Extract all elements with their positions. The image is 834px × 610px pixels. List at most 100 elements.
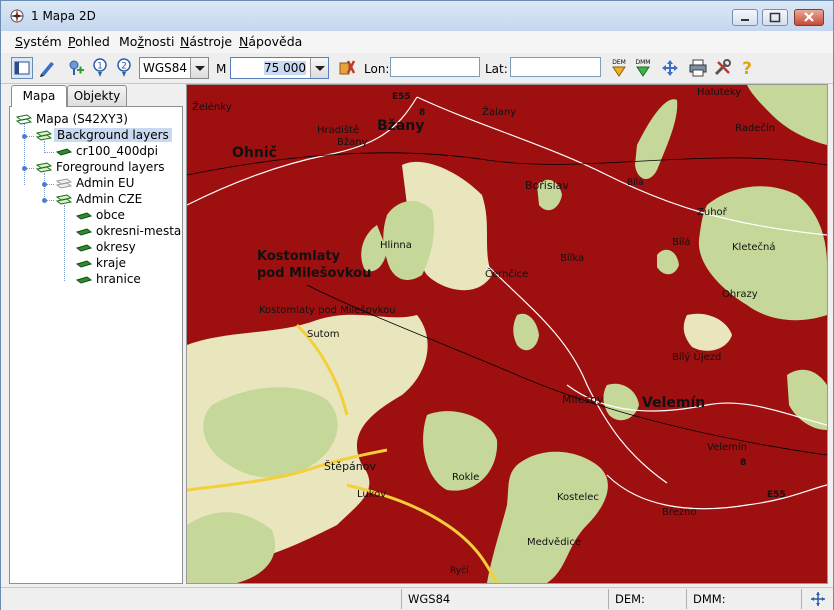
- menu-bar: Systém Pohled Možnosti Nástroje Nápověda: [1, 31, 833, 53]
- map-place-label: Kostomlaty pod Milešovkou: [259, 304, 396, 316]
- map-view[interactable]: Bžany Ohnič Kostomlaty pod Milešovkou Kostom…: [186, 84, 828, 584]
- map-place-label: E55: [392, 92, 411, 102]
- clear-icon: [339, 60, 356, 75]
- pen-button[interactable]: [36, 57, 58, 79]
- dmm-icon: DMM: [636, 59, 650, 77]
- add-layer-button[interactable]: [64, 57, 86, 79]
- menu-view[interactable]: Pohled: [68, 34, 110, 49]
- print-button[interactable]: [687, 57, 709, 79]
- svg-text:1: 1: [97, 62, 103, 72]
- map-place-label: Bílka: [560, 252, 584, 264]
- marker-2-button[interactable]: 2: [114, 57, 136, 79]
- map-place-label: Žalany: [482, 105, 516, 118]
- crs-select[interactable]: WGS84: [139, 57, 209, 79]
- tools-button[interactable]: [712, 57, 734, 79]
- vector-layer-icon: [76, 228, 92, 236]
- panel-toggle-button[interactable]: [11, 57, 33, 79]
- expand-handle[interactable]: [22, 166, 27, 171]
- expand-handle[interactable]: [22, 134, 27, 139]
- marker-1-icon: 1: [93, 58, 107, 77]
- map-place-label: Hradiště: [317, 124, 359, 136]
- menu-options[interactable]: Možnosti: [119, 34, 174, 49]
- map-place-label: Kostelec: [557, 492, 599, 503]
- status-dem: DEM:: [608, 589, 686, 609]
- expand-handle[interactable]: [42, 198, 47, 203]
- map-place-label: Sutom: [307, 329, 339, 340]
- map-place-label: Rokle: [452, 472, 479, 483]
- menu-tools[interactable]: Nástroje: [180, 34, 232, 49]
- minimize-icon: [741, 19, 749, 21]
- map-place-label: Velemín: [642, 395, 705, 411]
- map-place-label: Ohrazy: [722, 289, 758, 300]
- help-button[interactable]: ?: [736, 57, 758, 79]
- expand-handle[interactable]: [42, 182, 47, 187]
- clear-button[interactable]: [336, 57, 358, 79]
- menu-help[interactable]: Nápověda: [239, 34, 302, 49]
- tab-mapa[interactable]: Mapa: [11, 85, 67, 107]
- lon-label: Lon:: [364, 62, 390, 76]
- size-grip[interactable]: [801, 589, 833, 609]
- add-layer-icon: [69, 60, 84, 75]
- dem-icon: DEM: [612, 59, 626, 77]
- dem-button[interactable]: DEM: [608, 57, 630, 79]
- status-bar: WGS84 DEM: DMM:: [1, 587, 833, 610]
- move-button[interactable]: [659, 57, 681, 79]
- layer-group-icon: [56, 194, 72, 205]
- lat-input[interactable]: [510, 57, 601, 77]
- map-place-label: Štěpánov: [324, 460, 376, 473]
- dmm-button[interactable]: DMM: [632, 57, 654, 79]
- tree-line: [24, 123, 25, 185]
- status-crs: WGS84: [401, 589, 608, 609]
- menu-system[interactable]: Systém: [15, 34, 62, 49]
- lon-input[interactable]: [390, 57, 480, 77]
- map-place-label: Bílý Újezd: [672, 350, 721, 363]
- chevron-down-icon[interactable]: [310, 58, 328, 78]
- tools-icon: [714, 59, 731, 76]
- map-place-label: 8: [740, 458, 746, 468]
- scale-select-value: 75 000: [264, 61, 306, 75]
- tree-line: [64, 205, 65, 281]
- lat-label: Lat:: [485, 62, 508, 76]
- marker-1-button[interactable]: 1: [90, 57, 112, 79]
- map-place-label: Zuhoř: [697, 206, 728, 218]
- map-place-label: Ohnič: [232, 145, 277, 161]
- topographic-map[interactable]: Bžany Ohnič Kostomlaty pod Milešovkou Kostom…: [187, 85, 827, 583]
- raster-layer-icon: [56, 148, 72, 156]
- map-place-label: Ryčí: [450, 565, 469, 576]
- layer-group-icon: [36, 130, 52, 141]
- vector-layer-icon: [76, 260, 92, 268]
- title-bar[interactable]: 1 Mapa 2D: [1, 1, 833, 31]
- map-place-label: E55: [767, 490, 786, 500]
- marker-2-icon: 2: [117, 58, 131, 77]
- pen-icon: [40, 62, 54, 77]
- disabled-layer-group-icon: [56, 178, 72, 189]
- move-icon: [662, 60, 678, 76]
- size-grip-icon: [811, 592, 825, 606]
- layers-panel: Mapa Objekty Mapa (S42XY3) Background la…: [5, 85, 183, 585]
- tree-line: [44, 173, 45, 201]
- map-place-label: Bořislav: [525, 179, 569, 192]
- chevron-down-icon[interactable]: [190, 58, 208, 78]
- svg-text:2: 2: [121, 62, 127, 72]
- tree-line: [44, 152, 54, 153]
- vector-layer-icon: [76, 212, 92, 220]
- layer-tree[interactable]: Mapa (S42XY3) Background layers cr100_40…: [9, 106, 183, 584]
- map-place-label: Lukov: [357, 489, 386, 500]
- close-button[interactable]: [794, 9, 824, 26]
- map-place-label: Černčice: [485, 267, 528, 280]
- svg-text:?: ?: [742, 59, 752, 79]
- status-message: [1, 589, 401, 609]
- map-place-label: 8: [419, 108, 425, 118]
- tab-objekty[interactable]: Objekty: [67, 85, 127, 106]
- minimize-button[interactable]: [732, 9, 758, 26]
- scale-select[interactable]: 75 000: [230, 57, 329, 79]
- map-layer-icon: [16, 114, 32, 125]
- status-dmm: DMM:: [686, 589, 801, 609]
- map-place-label: Medvědice: [527, 536, 581, 548]
- map-place-label: Kostomlaty: [257, 249, 341, 264]
- map-place-label: Hlinna: [380, 240, 412, 251]
- map-place-label: Haluteky: [697, 87, 741, 98]
- maximize-button[interactable]: [762, 9, 788, 26]
- map-place-label: pod Milešovkou: [257, 266, 371, 281]
- maximize-icon: [769, 12, 781, 23]
